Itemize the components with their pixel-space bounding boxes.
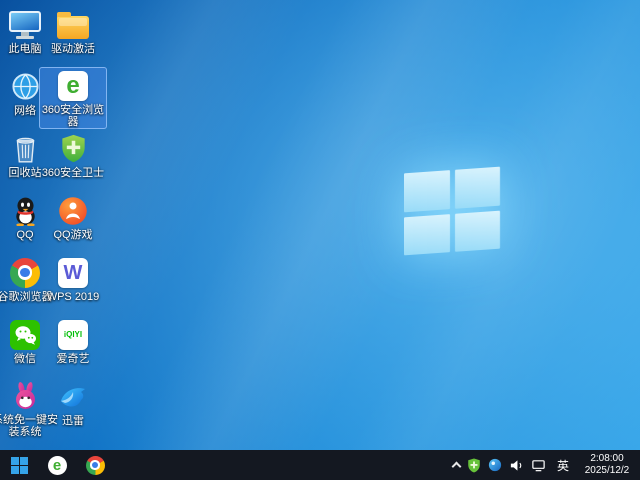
tray-360-guard-icon[interactable] <box>467 457 481 473</box>
wechat-icon <box>10 318 40 351</box>
recycle-bin-icon <box>12 132 39 165</box>
desktop-icon-label: 360安全卫士 <box>41 167 105 179</box>
windows-start-icon <box>10 456 28 474</box>
start-button[interactable] <box>0 450 38 480</box>
desktop-screen: 此电脑 网络 回收站 QQ 谷歌浏览器 微信 统免一键安装系统 驱动激活 e 3… <box>0 0 640 480</box>
desktop-icon-label: WPS 2019 <box>46 291 100 303</box>
desktop-icon-xunlei[interactable]: 迅雷 <box>39 377 107 439</box>
network-icon <box>11 70 40 103</box>
chrome-icon <box>85 455 105 475</box>
tray-app-icon[interactable] <box>488 458 502 472</box>
network-icon[interactable] <box>531 458 546 473</box>
windows-logo-pane <box>404 170 450 212</box>
wps-icon: W <box>58 256 88 289</box>
taskbar-360-browser-button[interactable]: e <box>38 450 76 480</box>
iqiyi-wordmark: iQIYI <box>63 329 83 339</box>
xunlei-bird-icon <box>58 380 88 413</box>
360-browser-icon: e <box>58 70 88 102</box>
input-language-indicator[interactable]: 英 <box>553 457 573 474</box>
desktop-icon-column-2: 驱动激活 e 360安全浏览器 360安全卫士 QQ游戏 W WPS 2019 … <box>39 5 107 439</box>
desktop-icon-label: 360安全浏览器 <box>41 103 105 129</box>
chevron-up-icon <box>451 461 462 472</box>
windows-logo-pane <box>454 166 500 209</box>
qq-games-icon <box>58 194 88 227</box>
wps-w-glyph: W <box>63 261 83 284</box>
taskbar: e 英 2:08:00 2025/12/2 <box>0 450 640 480</box>
360-browser-icon: e <box>47 455 67 475</box>
system-tray: 英 2:08:00 2025/12/2 <box>451 450 640 480</box>
this-pc-icon <box>9 8 41 41</box>
desktop-icon-qq-games[interactable]: QQ游戏 <box>39 191 107 253</box>
windows-logo-pane <box>454 210 500 252</box>
desktop-icon-label: 爱奇艺 <box>56 353 90 365</box>
desktop-icon-360-browser[interactable]: e 360安全浏览器 <box>39 67 107 129</box>
iqiyi-icon: iQIYI <box>58 318 88 351</box>
desktop-icon-360-guard[interactable]: 360安全卫士 <box>39 129 107 191</box>
desktop-icon-label: 驱动激活 <box>51 43 95 55</box>
shield-icon <box>60 132 87 165</box>
chrome-icon <box>10 256 40 289</box>
folder-icon <box>57 8 89 41</box>
speaker-icon[interactable] <box>509 458 524 473</box>
taskbar-clock[interactable]: 2:08:00 2025/12/2 <box>580 453 634 478</box>
clock-time: 2:08:00 <box>590 452 624 464</box>
desktop-icon-driver-activate[interactable]: 驱动激活 <box>39 5 107 67</box>
desktop-icon-wps[interactable]: W WPS 2019 <box>39 253 107 315</box>
desktop-icon-iqiyi[interactable]: iQIYI 爱奇艺 <box>39 315 107 377</box>
desktop-icon-label: QQ游戏 <box>53 229 93 241</box>
desktop-icon-label: 迅雷 <box>62 415 84 427</box>
qq-penguin-icon <box>12 194 39 227</box>
360-e-glyph: e <box>66 71 80 99</box>
windows-logo-pane <box>404 213 450 256</box>
rabbit-mascot-icon <box>12 380 39 412</box>
windows-logo <box>404 166 500 256</box>
clock-date: 2025/12/2 <box>584 465 630 476</box>
taskbar-chrome-button[interactable] <box>76 450 114 480</box>
tray-expand-button[interactable] <box>451 460 462 472</box>
